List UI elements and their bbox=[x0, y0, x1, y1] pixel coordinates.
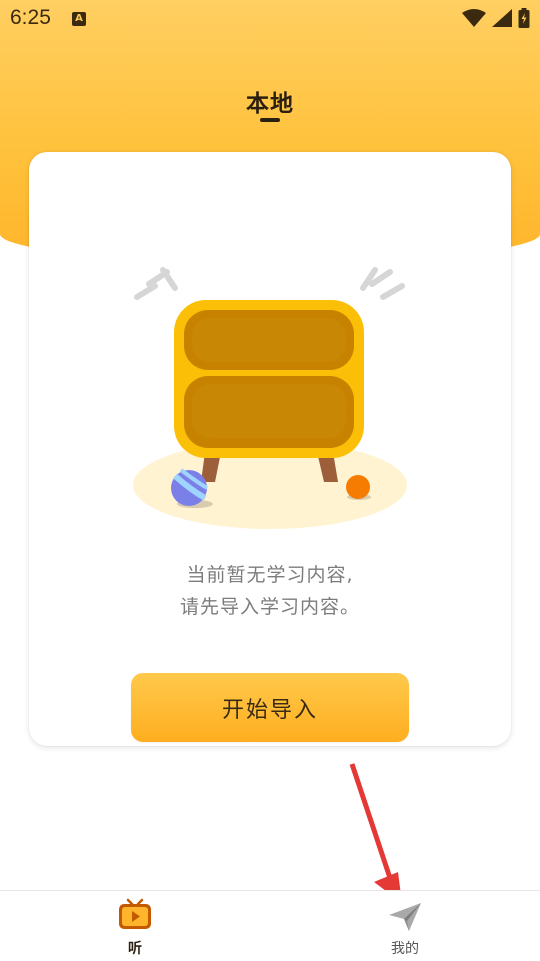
nav-label-listen: 听 bbox=[128, 941, 142, 957]
empty-message-line-1: 当前暂无学习内容, bbox=[186, 564, 354, 586]
empty-state-card: 当前暂无学习内容, 请先导入学习内容。 开始导入 bbox=[29, 152, 511, 746]
status-time: 6:25 bbox=[10, 6, 51, 29]
red-arrow-annotation bbox=[349, 763, 402, 903]
signal-icon bbox=[492, 9, 512, 27]
text-a-icon: A bbox=[72, 12, 86, 26]
battery-charging-icon bbox=[518, 8, 530, 28]
wifi-icon bbox=[462, 9, 486, 27]
tv-play-icon bbox=[119, 898, 151, 929]
title-tab-indicator bbox=[260, 118, 280, 122]
orange-ball bbox=[346, 475, 370, 499]
motion-lines-right bbox=[360, 267, 405, 300]
empty-message-line-2: 请先导入学习内容。 bbox=[179, 596, 360, 618]
nav-item-mine[interactable]: 我的 bbox=[270, 891, 540, 961]
bottom-navigation: 听 我的 bbox=[0, 890, 540, 961]
nav-label-mine: 我的 bbox=[391, 941, 419, 957]
motion-lines-left bbox=[134, 267, 178, 300]
nav-item-listen[interactable]: 听 bbox=[0, 891, 270, 961]
empty-cabinet-illustration bbox=[133, 267, 407, 529]
start-import-button[interactable]: 开始导入 bbox=[131, 673, 409, 742]
paper-plane-icon bbox=[389, 903, 421, 931]
status-icons bbox=[462, 8, 530, 28]
status-bar: 6:25 A bbox=[0, 0, 540, 36]
page-title: 本地 bbox=[246, 91, 294, 117]
